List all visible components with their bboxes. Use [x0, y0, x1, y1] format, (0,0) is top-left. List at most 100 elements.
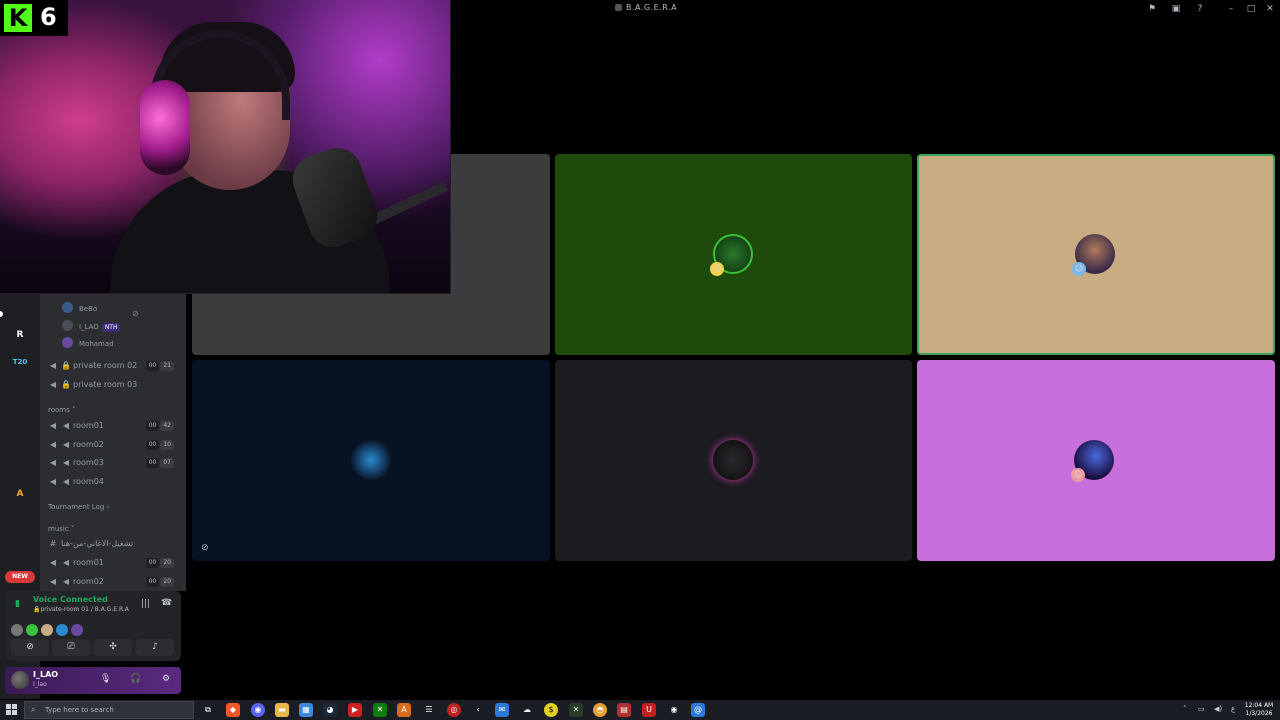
speaker-icon: ◀ [49, 380, 57, 389]
app-icon[interactable]: ◉ [667, 703, 681, 717]
category-tournament-log[interactable]: Tournament Log › [48, 503, 109, 511]
avatar[interactable] [41, 623, 53, 636]
headphones-icon[interactable]: 🎧 [130, 674, 141, 684]
voice-channel[interactable]: ◀ 🔒 private room 03 [48, 377, 182, 393]
minimize-button[interactable]: – [1224, 2, 1238, 16]
screen-share-button[interactable]: ⎚ [52, 639, 90, 656]
dark-server-icon[interactable] [9, 456, 31, 478]
user-status: I_lao [33, 681, 47, 688]
volume-icon[interactable]: ◀) [1214, 705, 1222, 713]
soundboard-button[interactable]: ♪ [136, 639, 174, 656]
voice-channel[interactable]: ◀ 🔒 private room 02 00 21 [48, 358, 182, 374]
avatar [62, 320, 73, 331]
text-channel[interactable]: # تشغيل-الاغاني-من-هنا [48, 536, 182, 552]
app-icon[interactable]: $ [544, 703, 558, 717]
settings-gear-icon[interactable]: ⚙ [162, 674, 170, 684]
volume-icon: ◀ [62, 558, 70, 567]
start-button[interactable] [6, 704, 18, 716]
lungs-server-icon[interactable] [9, 535, 31, 557]
app-icon[interactable]: A [397, 703, 411, 717]
new-badge: NEW [5, 571, 35, 583]
close-button[interactable]: ✕ [1263, 2, 1277, 16]
speaker-icon: ◀ [49, 477, 57, 486]
voice-channel[interactable]: ◀ ◀ room01 00 20 [48, 555, 182, 571]
voice-participants [11, 619, 86, 638]
voice-member[interactable]: Mohamad [62, 336, 114, 352]
noise-suppression-icon[interactable]: ||| [141, 599, 150, 609]
video-tile-tan[interactable]: ☺ [917, 154, 1275, 355]
app-icon[interactable]: ‹ [471, 703, 485, 717]
triangle-server-icon[interactable]: A [9, 483, 31, 505]
voice-channel[interactable]: ◀ ◀ room04 [48, 474, 182, 490]
app-icon[interactable]: ✉ [495, 703, 509, 717]
app-icon[interactable]: ☰ [422, 703, 436, 717]
hex-server-icon[interactable] [9, 377, 31, 399]
taskbar-search-input[interactable]: ⌕ Type here to search [24, 701, 194, 719]
video-tile-pink[interactable]: ☺ [917, 360, 1275, 561]
video-tile-navy[interactable]: ⊘ [192, 360, 550, 561]
speaker-icon: ◀ [49, 421, 57, 430]
video-tile-green[interactable]: ☺ [555, 154, 912, 355]
tray-chevron-icon[interactable]: ˄ [1183, 705, 1187, 713]
blue-x-server-icon[interactable] [9, 404, 31, 426]
store-icon[interactable]: ▦ [299, 703, 313, 717]
app-icon[interactable]: ☁ [520, 703, 534, 717]
avatar[interactable] [11, 623, 23, 636]
voice-channel[interactable]: ◀ ◀ room01 00 42 [48, 418, 182, 434]
app-icon[interactable]: ▤ [617, 703, 631, 717]
voice-room[interactable]: 🔒private-room 01 / B.A.G.E.R.A [33, 606, 129, 613]
voice-status[interactable]: Voice Connected [33, 595, 108, 604]
channel-counter: 00 20 [145, 577, 174, 587]
r-server-icon[interactable]: R [9, 324, 31, 346]
camera-off-button[interactable]: ⊘ [11, 639, 49, 656]
emoji-icon: ☺ [1072, 262, 1086, 276]
avatar[interactable] [71, 623, 83, 636]
app-icon[interactable]: @ [691, 703, 705, 717]
lock-icon: 🔒 [61, 380, 71, 389]
lock-icon: 🔒 [61, 361, 71, 370]
task-view-icon[interactable]: ⧉ [201, 703, 215, 717]
search-icon: ⌕ [31, 705, 36, 714]
avatar[interactable] [11, 671, 29, 689]
green-server-icon[interactable] [9, 509, 31, 531]
inbox-icon[interactable]: ▣ [1169, 2, 1183, 16]
t20-server-icon[interactable]: T20 [9, 351, 31, 373]
app-icon[interactable]: ◎ [447, 703, 461, 717]
video-tile-dark[interactable] [555, 360, 912, 561]
app-logo-icon [615, 4, 622, 11]
stream-badge: K 6 [0, 0, 68, 36]
network-icon[interactable]: ▭ [1198, 705, 1205, 713]
category-music[interactable]: music ˅ [48, 525, 74, 533]
ring-server-icon[interactable] [9, 430, 31, 452]
help-icon[interactable]: ? [1193, 2, 1207, 16]
disconnect-icon[interactable]: ☎ [161, 598, 172, 608]
file-explorer-icon[interactable]: ▬ [275, 703, 289, 717]
username[interactable]: I_LAO [33, 670, 58, 679]
app-icon[interactable]: ✕ [569, 703, 583, 717]
app-icon[interactable]: ▶ [348, 703, 362, 717]
discord-icon[interactable]: ◉ [251, 703, 265, 717]
avatar[interactable] [26, 623, 38, 636]
app-icon[interactable]: U [642, 703, 656, 717]
activities-button[interactable]: ✣ [94, 639, 132, 656]
voice-channel[interactable]: ◀ ◀ room02 00 20 [48, 574, 182, 590]
category-rooms[interactable]: rooms ˅ [48, 406, 76, 414]
voice-channel[interactable]: ◀ ◀ room02 00 10 [48, 437, 182, 453]
microphone-icon[interactable]: 🎙 [100, 674, 111, 684]
xbox-icon[interactable]: ✕ [373, 703, 387, 717]
crossed-swords-server-icon[interactable] [9, 299, 31, 321]
speaker-icon: ◀ [49, 558, 57, 567]
avatar[interactable] [56, 623, 68, 636]
brave-browser-icon[interactable]: ◆ [226, 703, 240, 717]
voice-channel[interactable]: ◀ ◀ room03 00 07 [48, 455, 182, 471]
taskbar-clock[interactable]: 12:04 AM 1/3/2026 [1244, 702, 1274, 718]
channel-counter: 00 10 [145, 440, 174, 450]
voice-member[interactable]: BeBo [62, 301, 97, 317]
voice-member[interactable]: I_LAO NTH [62, 319, 121, 335]
steam-icon[interactable]: ◕ [323, 703, 337, 717]
flag-icon[interactable]: ⚑ [1145, 2, 1159, 16]
app-icon[interactable]: ◓ [593, 703, 607, 717]
maximize-button[interactable]: □ [1244, 2, 1258, 16]
signal-icon[interactable]: ▮ [15, 599, 20, 609]
language-icon[interactable]: ع [1231, 705, 1235, 713]
